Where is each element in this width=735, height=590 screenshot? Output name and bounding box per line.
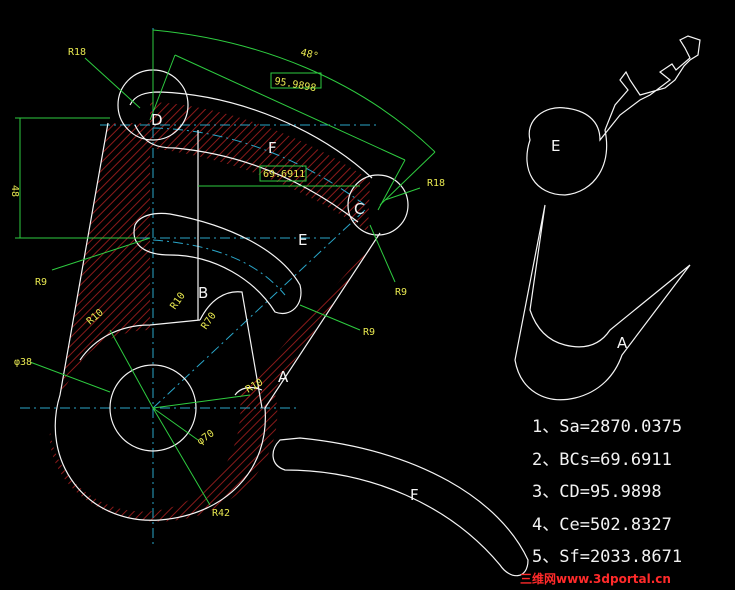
d70-label: φ70	[195, 428, 216, 447]
part-a	[514, 204, 691, 401]
dim-48-vertical: 48	[9, 185, 20, 197]
result-line-5: 5、Sf=2033.8671	[532, 547, 682, 567]
r70-label: R70	[199, 311, 218, 332]
region-a-label: A	[278, 368, 289, 386]
result-line-3: 3、CD=95.9898	[532, 482, 662, 502]
region-e-label: E	[298, 231, 307, 249]
point-b-label: B	[198, 284, 208, 302]
result-line-2: 2、BCs=69.6911	[532, 450, 672, 470]
results-list: 1、Sa=2870.0375 2、BCs=69.6911 3、CD=95.989…	[532, 417, 682, 567]
result-line-1: 1、Sa=2870.0375	[532, 417, 682, 437]
r9-left-label: R9	[35, 277, 47, 288]
part-f	[272, 437, 529, 577]
part-e-label: E	[551, 137, 560, 155]
result-line-4: 4、Ce=502.8327	[532, 515, 672, 535]
r10-b-label: R10	[168, 291, 187, 312]
part-e	[526, 35, 701, 196]
dim-bc: 69.6911	[263, 169, 305, 180]
region-f-label: F	[268, 139, 277, 157]
r18-top-label: R18	[68, 47, 86, 58]
dim-angle: 48°	[299, 47, 319, 62]
r9-right-a-label: R9	[395, 287, 407, 298]
r18-right-label: R18	[427, 178, 445, 189]
point-c-label: C	[354, 200, 364, 218]
dim-cd: 95.9898	[273, 76, 316, 94]
hatched-region-bottom-loop	[49, 380, 278, 522]
part-f-label: F	[410, 486, 419, 504]
r42-label: R42	[212, 508, 230, 519]
watermark-text: 三维网www.3dportal.cn	[520, 571, 671, 586]
d38-label: φ38	[14, 357, 32, 368]
cad-drawing-canvas: R18 R18 R9 R9 R9 R10 R10 R70 R10 R42 φ38…	[0, 0, 735, 590]
point-d-label: D	[151, 111, 163, 129]
cad-drawing: R18 R18 R9 R9 R9 R10 R10 R70 R10 R42 φ38…	[9, 28, 701, 586]
hatched-region-left	[60, 123, 150, 395]
r9-right-b-label: R9	[363, 327, 375, 338]
part-a-label: A	[617, 334, 628, 352]
